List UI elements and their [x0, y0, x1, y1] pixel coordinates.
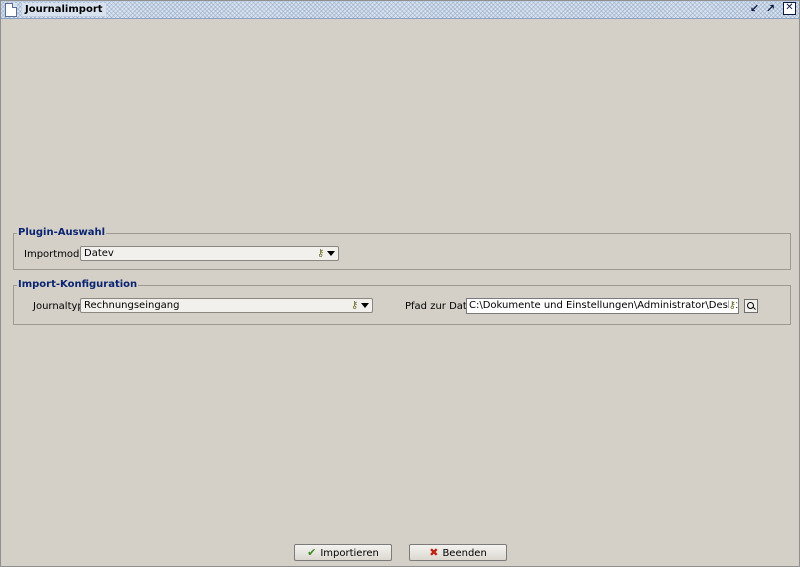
importmodul-select[interactable]: Datev ⚷ — [80, 246, 339, 261]
key-icon: ⚷ — [317, 248, 325, 259]
maximize-icon[interactable]: ↗ — [764, 2, 777, 15]
window-title: Journalimport — [22, 3, 106, 16]
chevron-down-icon[interactable] — [361, 303, 369, 308]
pfad-input[interactable]: C:\Dokumente und Einstellungen\Administr… — [466, 298, 739, 314]
journaltyp-value: Rechnungseingang — [84, 300, 180, 311]
minimize-icon[interactable]: ↙ — [748, 2, 761, 15]
chevron-down-icon[interactable] — [327, 251, 335, 256]
document-icon — [5, 3, 17, 17]
title-bar: Journalimport ↙ ↗ ✕ — [1, 1, 799, 19]
import-configuration-title: Import-Konfiguration — [17, 278, 139, 292]
journaltyp-select[interactable]: Rechnungseingang ⚷ — [80, 298, 373, 313]
plugin-selection-group: Plugin-Auswahl Importmodul: Datev ⚷ — [13, 226, 791, 270]
import-button[interactable]: ✔ Importieren — [294, 544, 392, 561]
importmodul-value: Datev — [84, 248, 114, 259]
close-button[interactable]: ✖ Beenden — [409, 544, 507, 561]
close-icon[interactable]: ✕ — [783, 2, 796, 15]
close-button-label: Beenden — [442, 548, 487, 559]
pfad-value: C:\Dokumente und Einstellungen\Administr… — [469, 300, 738, 311]
key-icon: ⚷ — [351, 300, 359, 311]
cross-icon: ✖ — [429, 546, 439, 559]
key-icon: ⚷ — [728, 300, 736, 312]
checkmark-icon: ✔ — [307, 546, 317, 559]
browse-search-icon[interactable] — [744, 299, 758, 313]
import-button-label: Importieren — [320, 548, 379, 559]
plugin-selection-title: Plugin-Auswahl — [17, 226, 107, 240]
import-configuration-group: Import-Konfiguration Journaltyp: Rechnun… — [13, 278, 791, 325]
journalimport-window: Journalimport ↙ ↗ ✕ Plugin-Auswahl Impor… — [0, 0, 800, 567]
